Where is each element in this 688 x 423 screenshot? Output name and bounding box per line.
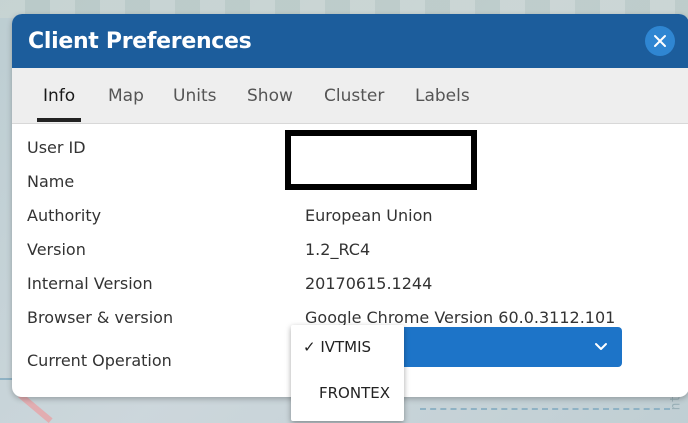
redacted-user-info: [285, 130, 477, 190]
close-button[interactable]: [645, 26, 675, 56]
authority-label: Authority: [27, 206, 102, 225]
user-id-label: User ID: [27, 138, 86, 157]
map-boundary: [420, 408, 670, 410]
browser-version-label: Browser & version: [27, 308, 174, 327]
tab-labels[interactable]: Labels: [415, 86, 470, 122]
authority-value: European Union: [305, 206, 433, 225]
option-frontex[interactable]: FRONTEX: [291, 373, 404, 413]
dialog-title: Client Preferences: [28, 28, 252, 54]
current-operation-label: Current Operation: [27, 351, 172, 370]
close-icon: [654, 35, 666, 47]
tab-info[interactable]: Info: [36, 86, 82, 122]
tab-units[interactable]: Units: [173, 86, 216, 122]
tab-show[interactable]: Show: [247, 86, 293, 122]
map-boundary: [0, 378, 12, 380]
chevron-down-icon: [595, 343, 607, 350]
tab-map[interactable]: Map: [108, 86, 144, 122]
dialog-header: Client Preferences: [12, 14, 688, 68]
tab-cluster[interactable]: Cluster: [324, 86, 384, 122]
map-label: nt: [668, 394, 684, 411]
internal-version-label: Internal Version: [27, 274, 153, 293]
version-label: Version: [27, 240, 86, 259]
option-ivtmis[interactable]: ✓ IVTMIS: [291, 327, 404, 367]
operation-dropdown-menu: ✓ IVTMIS FRONTEX: [291, 325, 404, 421]
version-value: 1.2_RC4: [305, 240, 371, 259]
tab-bar: Info Map Units Show Cluster Labels: [12, 68, 688, 124]
internal-version-value: 20170615.1244: [305, 274, 433, 293]
name-label: Name: [27, 172, 75, 191]
